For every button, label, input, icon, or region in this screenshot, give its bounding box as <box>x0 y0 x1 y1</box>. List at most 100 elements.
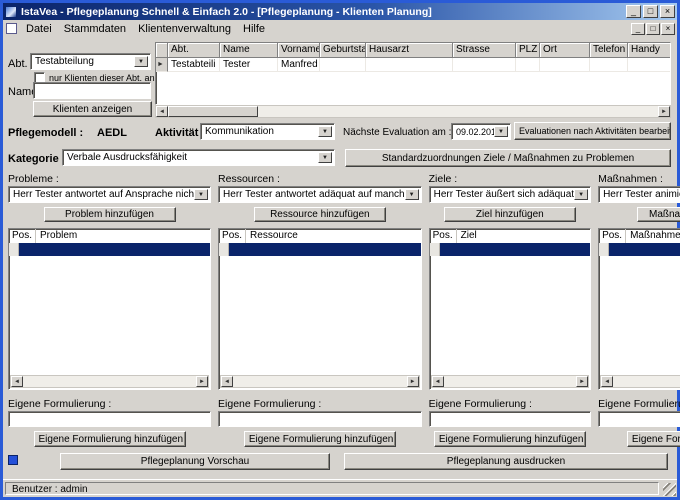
scroll-right-icon[interactable]: ► <box>658 106 670 117</box>
chevron-down-icon[interactable]: ▼ <box>405 189 419 200</box>
grid-col-plz[interactable]: PLZ <box>516 43 540 58</box>
chevron-down-icon[interactable]: ▼ <box>318 126 332 137</box>
mdi-minimize-icon[interactable]: _ <box>631 23 645 35</box>
scrollbar-track[interactable] <box>233 376 407 387</box>
measure-list[interactable]: Pos. Maßnahme ◄ ► <box>598 228 680 390</box>
chevron-down-icon[interactable]: ▼ <box>494 126 508 137</box>
menu-stammdaten[interactable]: Stammdaten <box>58 22 132 36</box>
add-measure-button[interactable]: Maßnahmen hinzufügen <box>637 207 680 222</box>
row-marker-cell <box>599 243 609 256</box>
menu-klientenverwaltung[interactable]: Klientenverwaltung <box>132 22 237 36</box>
scroll-right-icon[interactable]: ► <box>407 376 419 387</box>
goal-list[interactable]: Pos. Ziel ◄ ► <box>429 228 591 390</box>
scrollbar-track[interactable] <box>168 106 658 117</box>
preview-button[interactable]: Pflegeplanung Vorschau <box>60 453 330 470</box>
scroll-right-icon[interactable]: ► <box>576 376 588 387</box>
grid-horizontal-scrollbar[interactable]: ◄ ► <box>155 105 671 118</box>
planning-columns: Probleme : Herr Tester antwortet auf Ans… <box>8 173 670 447</box>
list-horizontal-scrollbar[interactable]: ◄ ► <box>10 375 209 388</box>
scrollbar-track[interactable] <box>444 376 576 387</box>
maximize-icon[interactable]: □ <box>643 5 658 18</box>
selected-row[interactable] <box>219 243 421 256</box>
list-horizontal-scrollbar[interactable]: ◄ ► <box>220 375 420 388</box>
grid-marker-header <box>156 43 168 58</box>
probleme-label: Probleme : <box>8 173 211 184</box>
scrollbar-track[interactable] <box>613 376 680 387</box>
mdi-restore-icon[interactable]: □ <box>646 23 660 35</box>
selected-row[interactable] <box>599 243 680 256</box>
grid-col-handy[interactable]: Handy <box>628 43 671 58</box>
add-resource-button[interactable]: Ressource hinzufügen <box>254 207 386 222</box>
chevron-down-icon[interactable]: ▼ <box>194 189 208 200</box>
custom-formulation-label: Eigene Formulierung : <box>8 398 211 409</box>
client-grid[interactable]: Abt. Name Vorname Geburtstag Hausarzt St… <box>155 42 671 105</box>
chevron-down-icon[interactable]: ▼ <box>574 189 588 200</box>
title-bar[interactable]: IstaVea - Pflegeplanung Schnell & Einfac… <box>3 3 677 20</box>
scrollbar-track[interactable] <box>23 376 196 387</box>
list-horizontal-scrollbar[interactable]: ◄ ► <box>431 375 589 388</box>
resize-grip[interactable] <box>663 483 676 496</box>
custom-formulation-input[interactable] <box>218 411 422 427</box>
table-row[interactable]: ► Testabteili Tester Manfred <box>156 58 670 72</box>
add-custom-formulation-button[interactable]: Eigene Formulierung hinzufügen <box>34 431 186 447</box>
problems-column: Probleme : Herr Tester antwortet auf Ans… <box>8 173 211 447</box>
custom-formulation-input[interactable] <box>598 411 680 427</box>
scrollbar-thumb[interactable] <box>168 106 258 117</box>
kategorie-combobox[interactable]: Verbale Ausdrucksfähigkeit ▼ <box>62 149 335 166</box>
grid-col-ort[interactable]: Ort <box>540 43 590 58</box>
scroll-right-icon[interactable]: ► <box>196 376 208 387</box>
add-custom-formulation-button[interactable]: Eigene Formulierung hinzufügen <box>434 431 586 447</box>
selected-row[interactable] <box>9 243 210 256</box>
grid-col-abt[interactable]: Abt. <box>168 43 220 58</box>
grid-col-hausarzt[interactable]: Hausarzt <box>366 43 453 58</box>
close-icon[interactable]: × <box>660 5 675 18</box>
selected-row[interactable] <box>430 243 590 256</box>
aktivitaet-combobox[interactable]: Kommunikation ▼ <box>200 123 335 140</box>
aktivitaet-label: Aktivität : <box>155 127 205 139</box>
goal-combobox[interactable]: Herr Tester äußert sich adäquat ▼ <box>429 186 591 203</box>
scroll-left-icon[interactable]: ◄ <box>601 376 613 387</box>
ressourcen-label: Ressourcen : <box>218 173 422 184</box>
list-horizontal-scrollbar[interactable]: ◄ ► <box>600 375 680 388</box>
menu-hilfe[interactable]: Hilfe <box>237 22 271 36</box>
grid-col-geburtstag[interactable]: Geburtstag <box>320 43 366 58</box>
scroll-left-icon[interactable]: ◄ <box>11 376 23 387</box>
grid-col-name[interactable]: Name <box>220 43 278 58</box>
abt-combobox[interactable]: Testabteilung ▼ <box>30 53 151 70</box>
chevron-down-icon[interactable]: ▼ <box>134 56 148 67</box>
add-problem-button[interactable]: Problem hinzufügen <box>44 207 176 222</box>
kategorie-label: Kategorie : <box>8 153 65 165</box>
mdi-close-icon[interactable]: × <box>661 23 675 35</box>
scroll-left-icon[interactable]: ◄ <box>221 376 233 387</box>
cell-abt: Testabteili <box>168 58 220 72</box>
scroll-left-icon[interactable]: ◄ <box>432 376 444 387</box>
cell-plz <box>516 58 540 72</box>
print-button[interactable]: Pflegeplanung ausdrucken <box>344 453 668 470</box>
resource-combobox[interactable]: Herr Tester antwortet adäquat auf manch … <box>218 186 422 203</box>
grid-col-strasse[interactable]: Strasse <box>453 43 516 58</box>
selection-highlight <box>19 243 210 256</box>
name-input[interactable] <box>33 82 151 99</box>
add-goal-button[interactable]: Ziel hinzufügen <box>444 207 576 222</box>
evaluation-date-picker[interactable]: 09.02.2011 ▼ <box>451 123 511 140</box>
standard-assignments-button[interactable]: Standardzuordnungen Ziele / Maßnahmen zu… <box>345 149 671 167</box>
custom-formulation-input[interactable] <box>8 411 211 427</box>
row-marker-cell <box>9 243 19 256</box>
custom-formulation-input[interactable] <box>429 411 591 427</box>
grid-col-telefon[interactable]: Telefon <box>590 43 628 58</box>
resource-list[interactable]: Pos. Ressource ◄ ► <box>218 228 422 390</box>
row-marker-icon: ► <box>156 58 168 72</box>
selection-highlight <box>609 243 680 256</box>
problem-combobox[interactable]: Herr Tester antwortet auf Ansprache nich… <box>8 186 211 203</box>
scroll-left-icon[interactable]: ◄ <box>156 106 168 117</box>
measure-combobox[interactable]: Herr Tester animieren langsam und deutli… <box>598 186 680 203</box>
problem-list[interactable]: Pos. Problem ◄ ► <box>8 228 211 390</box>
chevron-down-icon[interactable]: ▼ <box>318 152 332 163</box>
minimize-icon[interactable]: _ <box>626 5 641 18</box>
evaluation-button[interactable]: Evaluationen nach Aktivitäten bearbeiten <box>514 122 671 140</box>
show-clients-button[interactable]: Klienten anzeigen <box>33 101 152 117</box>
add-custom-formulation-button[interactable]: Eigene Formulierung hinzufügen <box>627 431 680 447</box>
grid-col-vorname[interactable]: Vorname <box>278 43 320 58</box>
menu-datei[interactable]: Datei <box>20 22 58 36</box>
add-custom-formulation-button[interactable]: Eigene Formulierung hinzufügen <box>244 431 396 447</box>
